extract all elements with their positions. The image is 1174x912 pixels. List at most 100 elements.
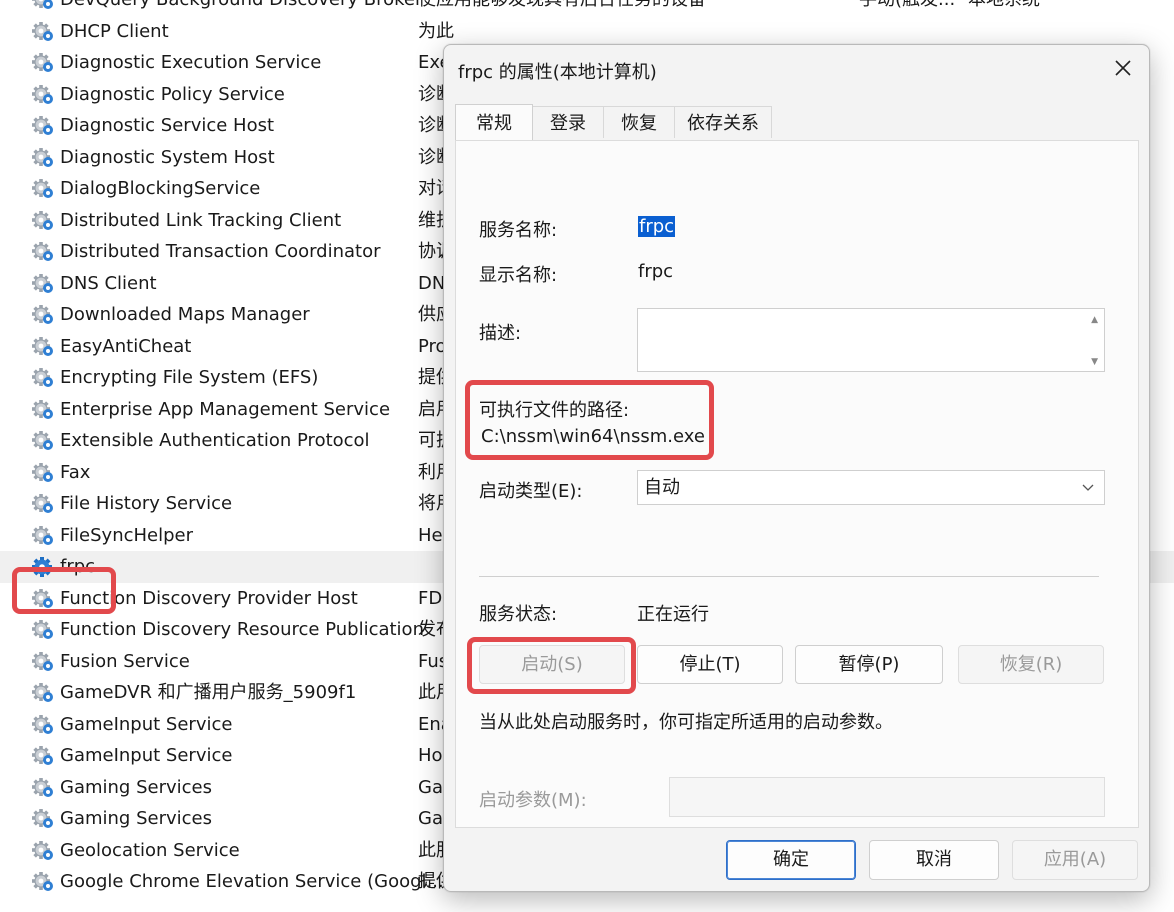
service-gear-icon bbox=[31, 336, 55, 358]
startup-type-label: 启动类型(E): bbox=[479, 481, 583, 502]
service-gear-icon bbox=[31, 52, 55, 74]
service-gear-icon bbox=[31, 367, 55, 389]
general-panel: 服务名称: frpc 显示名称: frpc 描述: ▲ ▼ 可执行文件的路径: … bbox=[455, 140, 1139, 828]
service-gear-icon bbox=[31, 210, 55, 232]
service-gear-icon bbox=[31, 462, 55, 484]
service-gear-icon bbox=[31, 682, 55, 704]
service-name: File History Service bbox=[60, 493, 233, 514]
chevron-down-icon bbox=[1082, 471, 1096, 504]
service-gear-icon bbox=[31, 525, 55, 547]
service-status-label: 服务状态: bbox=[479, 604, 558, 625]
display-name-label: 显示名称: bbox=[479, 265, 558, 286]
service-gear-icon bbox=[31, 178, 55, 200]
service-gear-icon bbox=[31, 808, 55, 830]
start-params-input[interactable] bbox=[669, 777, 1105, 817]
service-name: Gaming Services bbox=[60, 808, 212, 829]
service-name: FileSyncHelper bbox=[60, 524, 194, 546]
service-name: EasyAntiCheat bbox=[60, 335, 192, 357]
service-gear-icon bbox=[31, 871, 55, 893]
service-gear-icon bbox=[31, 273, 55, 295]
service-name: Distributed Transaction Coordinator bbox=[60, 241, 381, 262]
service-row[interactable]: DHCP Client 为此 bbox=[0, 16, 1174, 48]
service-name: Extensible Authentication Protocol bbox=[60, 430, 370, 451]
service-name: Function Discovery Provider Host bbox=[60, 587, 358, 609]
service-name: Encrypting File System (EFS) bbox=[60, 367, 319, 388]
service-gear-icon bbox=[31, 84, 55, 106]
tab-recovery[interactable]: 恢复 bbox=[603, 106, 675, 138]
service-name: DNS Client bbox=[60, 272, 157, 294]
service-gear-icon bbox=[31, 745, 55, 767]
service-name: GameDVR 和广播用户服务_5909f1 bbox=[60, 682, 357, 703]
service-name: DialogBlockingService bbox=[60, 178, 261, 199]
dialog-titlebar: frpc 的属性(本地计算机) bbox=[444, 45, 1149, 93]
service-gear-icon bbox=[31, 777, 55, 799]
service-gear-icon bbox=[31, 0, 55, 11]
service-gear-icon bbox=[31, 304, 55, 326]
section-divider bbox=[479, 576, 1099, 577]
service-row[interactable]: DevQuery Background Discovery Broker使应用能… bbox=[0, 0, 1174, 16]
properties-dialog: frpc 的属性(本地计算机) 常规 登录 恢复 依存关系 服务名称: frpc… bbox=[443, 44, 1150, 892]
service-name-label: 服务名称: bbox=[479, 220, 558, 241]
service-name: Google Chrome Elevation Service (Googl..… bbox=[60, 871, 444, 892]
service-gear-icon bbox=[31, 588, 55, 610]
service-gear-icon bbox=[31, 714, 55, 736]
service-gear-icon bbox=[31, 399, 55, 421]
resume-button[interactable]: 恢复(R) bbox=[958, 645, 1104, 684]
service-gear-icon bbox=[31, 619, 55, 641]
service-name: Downloaded Maps Manager bbox=[60, 304, 310, 325]
service-name: Diagnostic Policy Service bbox=[60, 83, 285, 105]
tab-logon[interactable]: 登录 bbox=[532, 106, 604, 138]
dialog-title: frpc 的属性(本地计算机) bbox=[458, 62, 657, 83]
service-name: GameInput Service bbox=[60, 745, 233, 766]
service-description: 为此 bbox=[418, 20, 454, 42]
apply-button[interactable]: 应用(A) bbox=[1012, 840, 1138, 880]
service-gear-icon bbox=[31, 147, 55, 169]
service-name: Fax bbox=[60, 461, 91, 483]
start-params-hint: 当从此处启动服务时，你可指定所适用的启动参数。 bbox=[479, 712, 893, 733]
close-icon bbox=[1115, 60, 1131, 76]
service-gear-icon bbox=[31, 115, 55, 137]
tab-general[interactable]: 常规 bbox=[455, 104, 533, 140]
startup-type-select[interactable]: 自动 bbox=[637, 470, 1105, 505]
service-gear-icon bbox=[31, 556, 55, 578]
exe-path-label: 可执行文件的路径: bbox=[479, 400, 630, 421]
service-name: Geolocation Service bbox=[60, 839, 240, 861]
service-startup-type: 手动(触发... bbox=[859, 0, 955, 16]
stop-button[interactable]: 停止(T) bbox=[637, 645, 783, 684]
services-window: DevQuery Background Discovery Broker使应用能… bbox=[0, 0, 1174, 912]
service-name: Diagnostic Execution Service bbox=[60, 52, 322, 73]
service-name: Diagnostic Service Host bbox=[60, 115, 275, 136]
service-name: Enterprise App Management Service bbox=[60, 398, 391, 420]
service-gear-icon bbox=[31, 241, 55, 263]
service-name: frpc bbox=[60, 556, 96, 577]
service-name: DevQuery Background Discovery Broker bbox=[60, 0, 422, 16]
service-name: Distributed Link Tracking Client bbox=[60, 209, 342, 231]
description-field[interactable]: ▲ ▼ bbox=[637, 308, 1105, 372]
scroll-down-icon[interactable]: ▼ bbox=[1091, 357, 1098, 367]
cancel-button[interactable]: 取消 bbox=[869, 840, 999, 880]
service-logon-as: 本地系统 bbox=[968, 0, 1040, 16]
service-description: 使应用能够发现具有后台任务的设备 bbox=[418, 0, 838, 16]
service-gear-icon bbox=[31, 840, 55, 862]
service-name: DHCP Client bbox=[60, 20, 169, 42]
close-button[interactable] bbox=[1097, 45, 1149, 91]
service-gear-icon bbox=[31, 493, 55, 515]
ok-button[interactable]: 确定 bbox=[726, 840, 856, 880]
service-name: Gaming Services bbox=[60, 776, 212, 798]
service-name-value[interactable]: frpc bbox=[638, 216, 676, 237]
service-name: Fusion Service bbox=[60, 650, 190, 672]
service-status-value: 正在运行 bbox=[637, 604, 709, 625]
display-name-value[interactable]: frpc bbox=[638, 261, 673, 282]
service-name: Diagnostic System Host bbox=[60, 146, 275, 168]
service-gear-icon bbox=[31, 21, 55, 43]
start-button[interactable]: 启动(S) bbox=[479, 645, 625, 684]
pause-button[interactable]: 暂停(P) bbox=[795, 645, 943, 684]
tab-dependencies[interactable]: 依存关系 bbox=[674, 106, 772, 138]
scroll-up-icon[interactable]: ▲ bbox=[1091, 315, 1098, 325]
service-gear-icon bbox=[31, 651, 55, 673]
startup-type-value: 自动 bbox=[644, 477, 680, 498]
service-name: Function Discovery Resource Publication bbox=[60, 619, 424, 640]
service-name: GameInput Service bbox=[60, 713, 233, 735]
exe-path-value[interactable]: C:\nssm\win64\nssm.exe bbox=[481, 426, 705, 447]
service-gear-icon bbox=[31, 430, 55, 452]
